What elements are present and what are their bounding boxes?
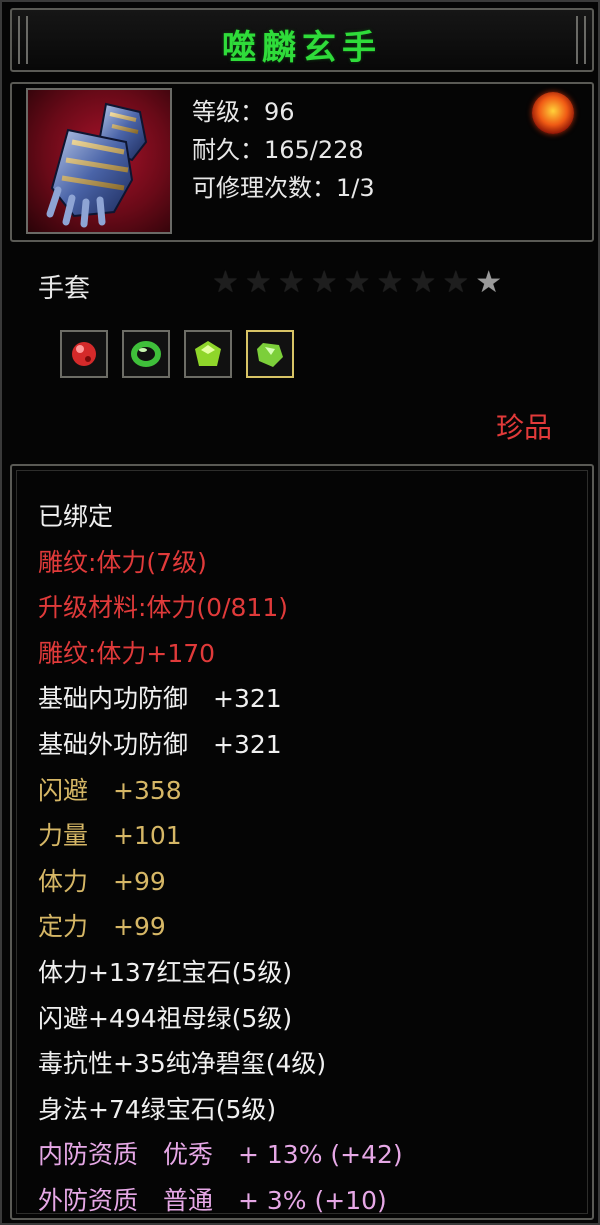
item-repair-count: 可修理次数：1/3 <box>192 174 375 202</box>
item-type: 手套 <box>38 274 91 304</box>
item-info-panel: 等级：96 耐久：165/228 可修理次数：1/3 <box>10 82 594 242</box>
attribute-line: 体力+137红宝石(5级) <box>38 957 293 987</box>
item-durability: 耐久：165/228 <box>192 136 364 164</box>
emerald-ring-icon <box>131 339 161 369</box>
title-bar: 噬麟玄手 <box>10 8 594 72</box>
attribute-line: 闪避 +358 <box>38 775 182 805</box>
attribute-line: 身法+74绿宝石(5级) <box>38 1094 277 1124</box>
attribute-line: 雕纹:体力(7级) <box>38 547 207 577</box>
attribute-line: 基础内功防御 +321 <box>38 684 282 714</box>
fire-orb-icon <box>532 92 574 134</box>
star-icon: ★ <box>212 265 239 300</box>
star-icon: ★ <box>244 265 272 300</box>
attribute-line: 外防资质 普通 + 3% (+10) <box>38 1185 387 1215</box>
item-tooltip: 噬麟玄手 等级：96 耐久：165/228 可修理次数：1/3 手套 ★ ★ ★… <box>0 0 600 1225</box>
attribute-line: 已绑定 <box>38 502 114 531</box>
gem-sockets <box>60 330 294 378</box>
star-icon: ★ <box>277 265 305 300</box>
attribute-line: 力量 +101 <box>38 821 182 851</box>
item-rarity: 珍品 <box>495 411 552 444</box>
star-rating: ★ ★ ★ ★ ★ ★ ★ ★ ★ <box>212 268 502 298</box>
star-icon: ★ <box>343 265 371 300</box>
red-gem-icon <box>69 339 99 369</box>
attribute-line: 升级材料:体力(0/811) <box>38 593 288 623</box>
item-name: 噬麟玄手 <box>222 28 382 68</box>
gem-socket[interactable] <box>184 330 232 378</box>
star-icon: ★ <box>475 265 503 300</box>
attribute-line: 内防资质 优秀 + 13% (+42) <box>38 1140 403 1170</box>
attribute-line: 闪避+494祖母绿(5级) <box>38 1003 293 1033</box>
gem-socket[interactable] <box>246 330 294 378</box>
attribute-line: 毒抗性+35纯净碧玺(4级) <box>38 1049 327 1079</box>
attribute-line: 定力 +99 <box>38 912 166 942</box>
attribute-line: 雕纹:体力+170 <box>38 638 216 668</box>
attribute-panel: 已绑定雕纹:体力(7级) 升级材料:体力(0/811) 雕纹:体力+170 基础内功防… <box>10 464 594 1220</box>
gem-socket[interactable] <box>60 330 108 378</box>
star-icon: ★ <box>310 265 338 300</box>
item-level: 等级：96 <box>192 98 295 126</box>
star-icon: ★ <box>442 265 470 300</box>
star-icon: ★ <box>409 265 437 300</box>
attribute-list: 已绑定雕纹:体力(7级) 升级材料:体力(0/811) 雕纹:体力+170 基础内功防… <box>38 494 403 1224</box>
gem-socket[interactable] <box>122 330 170 378</box>
gauntlet-icon <box>26 88 172 234</box>
attribute-line: 基础外功防御 +321 <box>38 729 282 759</box>
star-icon: ★ <box>376 265 404 300</box>
green-shard-icon <box>255 339 285 369</box>
attribute-line: 体力 +99 <box>38 866 166 896</box>
green-gem-icon <box>193 339 223 369</box>
